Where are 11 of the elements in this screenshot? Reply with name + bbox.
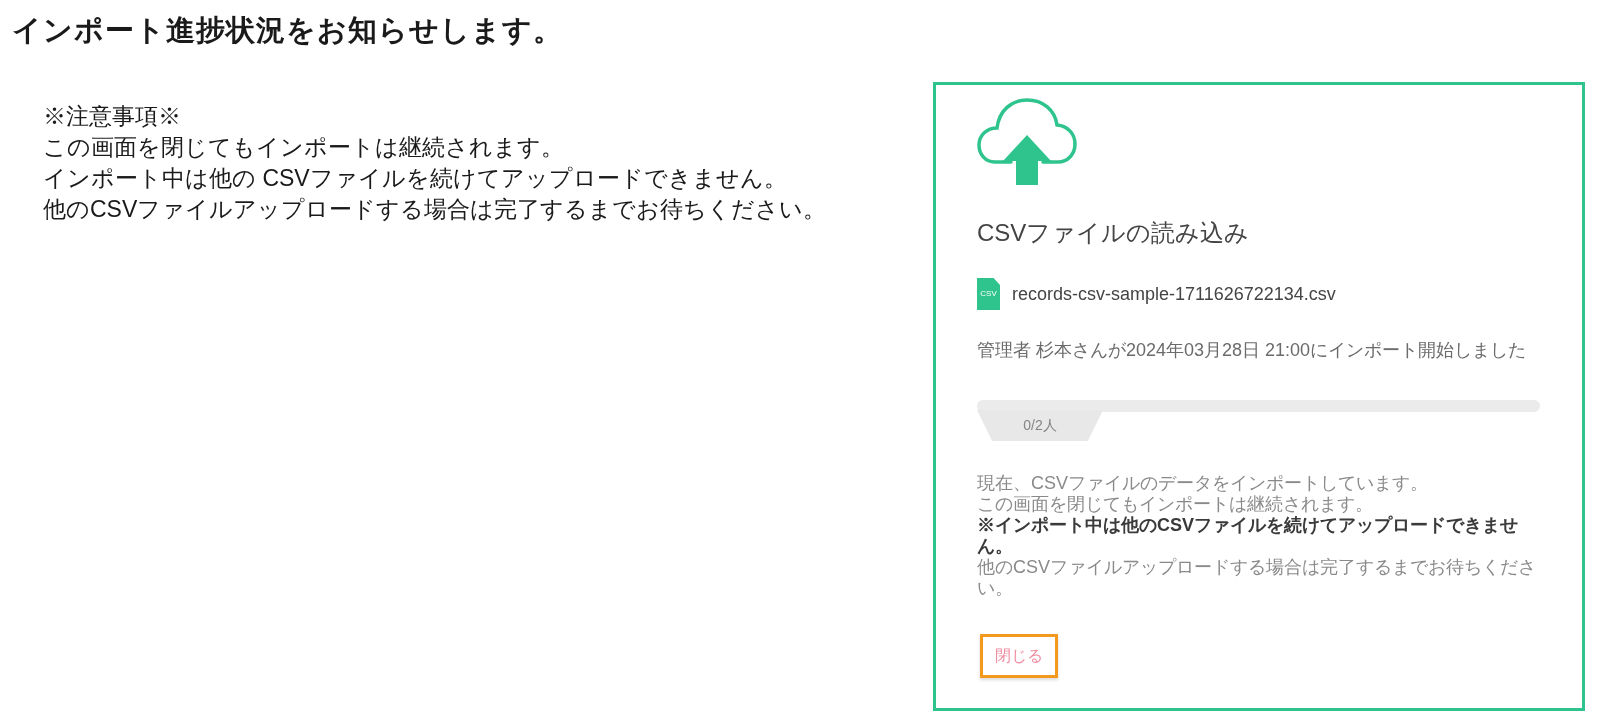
cloud-upload-icon bbox=[977, 97, 1077, 185]
dialog-title: CSVファイルの読み込み bbox=[977, 218, 1250, 248]
csv-file-icon: CSV bbox=[977, 278, 1000, 310]
import-started-text: 管理者 杉本さんが2024年03月28日 21:00にインポート開始しました bbox=[977, 339, 1527, 362]
file-name: records-csv-sample-1711626722134.csv bbox=[1012, 283, 1336, 306]
close-button[interactable]: 閉じる bbox=[980, 634, 1058, 678]
note-text: この画面を閉じてもインポートは継続されます。 インポート中は他の CSVファイルを続けてアップロードできません。 他のCSVファイルアップロードする場合は完了するまでお待ちください。 bbox=[43, 133, 827, 224]
import-message: 現在、CSVファイルのデータをインポートしています。 この画面を閉じてもインポートは継続されます。 ※インポート中は他のCSVファイルを続けてアップロードできませ ん。 他のCSVファイルアップロードする場合は完了するまでお待ちくださ い。 bbox=[977, 473, 1536, 599]
page-heading: インポート進捗状況をお知らせします。 bbox=[12, 13, 563, 48]
progress-label: 0/2人 bbox=[977, 410, 1103, 441]
note-title: ※注意事項※ bbox=[43, 102, 181, 131]
